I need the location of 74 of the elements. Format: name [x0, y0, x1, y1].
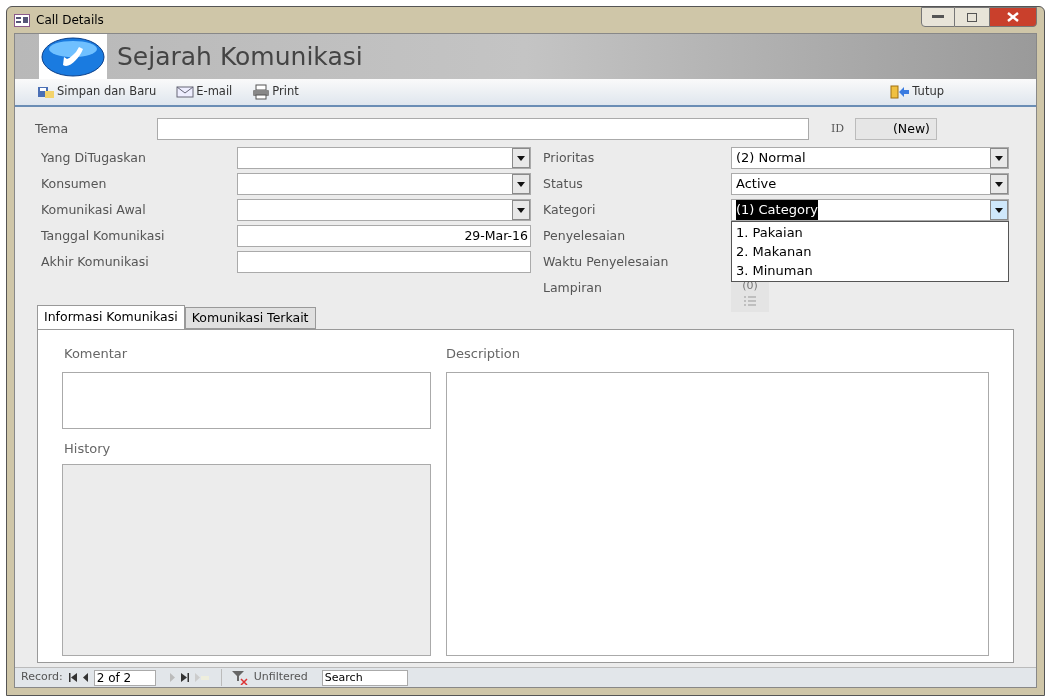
window-title: Call Details	[36, 12, 104, 29]
dropdown-arrow-button[interactable]	[512, 200, 530, 220]
field-label: Description	[445, 345, 521, 363]
toolbar-button[interactable]: Print	[252, 83, 299, 101]
field-label: Tanggal Komunikasi	[40, 226, 166, 245]
field-label: Komunikasi Awal	[40, 200, 147, 219]
field-label: Konsumen	[40, 174, 108, 193]
id-field: (New)	[855, 118, 937, 140]
caret-down-icon	[995, 207, 1003, 213]
field-label: Tema	[34, 119, 70, 138]
komentar-field[interactable]	[62, 371, 431, 429]
envelope-icon	[176, 86, 195, 98]
new-record-icon	[194, 673, 209, 682]
caret-down-icon	[995, 181, 1003, 187]
dropdown-arrow-button[interactable]	[990, 174, 1008, 194]
record-label: Record:	[21, 669, 63, 686]
save-icon	[37, 85, 55, 99]
text-field[interactable]	[237, 251, 531, 273]
dropdown-arrow-button[interactable]	[990, 148, 1008, 168]
maximize-button[interactable]	[955, 7, 989, 27]
tema-field[interactable]	[157, 118, 809, 140]
field-label: Prioritas	[543, 148, 596, 167]
next-icon	[169, 673, 175, 682]
field-label: Yang DiTugaskan	[40, 148, 147, 167]
toolbar-button[interactable]: E-mail	[176, 83, 233, 101]
description-field[interactable]	[445, 371, 989, 656]
date-field[interactable]: 29-Mar-16	[237, 225, 531, 247]
filter-button[interactable]: Unfiltered	[220, 669, 308, 686]
close-icon	[1007, 12, 1019, 22]
previous-icon	[82, 673, 88, 682]
caret-down-icon	[517, 155, 525, 161]
minimize-button[interactable]	[921, 7, 955, 27]
combo-box[interactable]: Active	[731, 173, 1009, 195]
caret-down-icon	[995, 155, 1003, 161]
list-icon	[742, 294, 758, 307]
field-label: Lampiran	[543, 278, 603, 297]
field-label: Status	[543, 174, 584, 193]
field-label: Komentar	[63, 345, 129, 363]
field-label: Kategori	[543, 200, 597, 219]
caret-down-icon	[517, 181, 525, 187]
first-record-button[interactable]	[68, 671, 77, 684]
dropdown-arrow-button[interactable]	[990, 200, 1008, 220]
dropdown-option[interactable]: 1. Pakaian	[736, 223, 1008, 242]
first-icon	[68, 673, 77, 682]
search-field[interactable]: Search	[321, 669, 408, 686]
last-record-button[interactable]	[180, 671, 189, 684]
field-label: Penyelesaian	[543, 226, 627, 245]
toolbar-button[interactable]: Tutup	[890, 83, 944, 101]
dropdown-option[interactable]: 3. Minuman	[736, 261, 1008, 280]
combo-box[interactable]: (1) Category	[731, 199, 1009, 221]
dropdown-arrow-button[interactable]	[512, 148, 530, 168]
field-label: ID	[831, 120, 846, 137]
record-position-field[interactable]: 2 of 2	[93, 669, 156, 686]
close-button[interactable]	[989, 7, 1037, 27]
caret-down-icon	[517, 207, 525, 213]
exit-door-icon	[890, 85, 911, 99]
form-title: Sejarah Komunikasi	[117, 40, 363, 73]
minimize-icon	[932, 15, 944, 19]
field-label: Akhir Komunikasi	[40, 252, 150, 271]
tab[interactable]: Informasi Komunikasi	[37, 305, 185, 329]
printer-icon	[252, 84, 271, 100]
previous-record-button[interactable]	[82, 671, 88, 684]
dropdown-arrow-button[interactable]	[512, 174, 530, 194]
phone-icon	[41, 36, 105, 77]
form-icon	[14, 13, 30, 27]
field-label: History	[63, 439, 112, 458]
dropdown-option[interactable]: 2. Makanan	[736, 242, 1008, 261]
filter-removed-icon	[231, 670, 250, 685]
maximize-icon	[967, 12, 977, 22]
last-icon	[180, 673, 189, 682]
field-label: Waktu Penyelesaian	[543, 252, 670, 271]
combo-box[interactable]: (2) Normal	[731, 147, 1009, 169]
toolbar-button[interactable]: Simpan dan Baru	[37, 83, 157, 101]
tab[interactable]: Komunikasi Terkait	[184, 307, 316, 329]
